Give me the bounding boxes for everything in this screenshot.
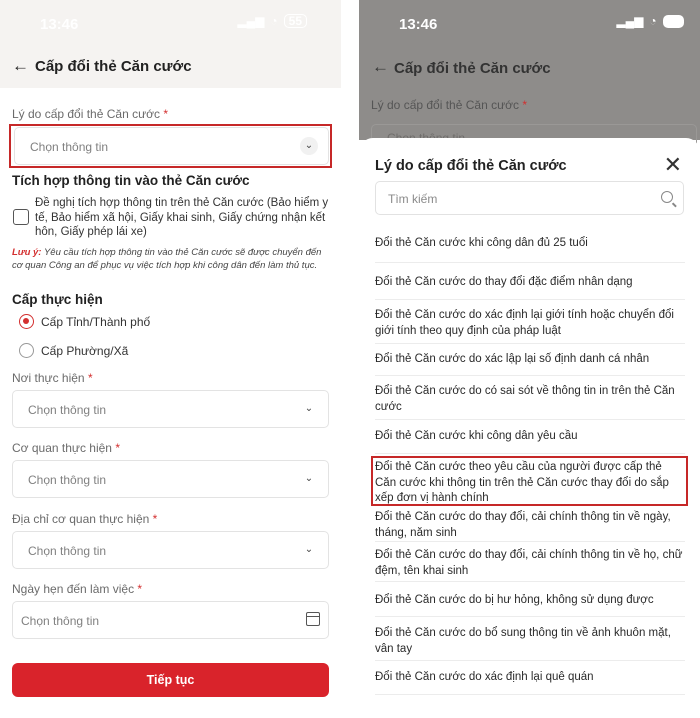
agency-placeholder: Chọn thông tin	[28, 473, 107, 487]
address-placeholder: Chọn thông tin	[28, 544, 107, 558]
reason-option[interactable]: Đổi thẻ Căn cước do thay đổi đặc điểm nh…	[375, 275, 685, 291]
divider	[375, 453, 685, 454]
divider	[375, 262, 685, 263]
status-time: 13:46	[40, 16, 79, 33]
reason-label: Lý do cấp đổi thẻ Căn cước *	[12, 107, 168, 121]
status-time: 13:46	[399, 16, 438, 33]
wifi-icon: ◔	[270, 14, 278, 28]
search-icon	[661, 191, 673, 203]
date-input[interactable]: Chọn thông tin	[12, 601, 329, 639]
reason-option[interactable]: Đổi thẻ Căn cước do thay đổi, cải chính …	[375, 548, 685, 579]
chevron-down-icon: ⌄	[304, 473, 314, 484]
reason-option[interactable]: Đổi thẻ Căn cước do xác định lại giới tí…	[375, 308, 685, 339]
reason-option[interactable]: Đổi thẻ Căn cước do có sai sót về thông …	[375, 384, 685, 415]
calendar-icon[interactable]	[306, 612, 320, 626]
search-input[interactable]: Tìm kiếm	[375, 181, 684, 215]
app-header: ← Cấp đổi thẻ Căn cước	[0, 44, 341, 88]
page-title: Cấp đổi thẻ Căn cước	[394, 60, 551, 77]
integration-checkbox[interactable]	[13, 209, 29, 225]
arrow-left-icon: ←	[372, 57, 389, 76]
divider	[375, 581, 685, 582]
reason-option[interactable]: Đổi thẻ Căn cước khi công dân đủ 25 tuổi	[375, 236, 685, 252]
integration-note: Lưu ý: Yêu cầu tích hợp thông tin vào th…	[12, 247, 322, 271]
address-select[interactable]: Chọn thông tin ⌄	[12, 531, 329, 569]
sheet-title: Lý do cấp đổi thẻ Căn cước	[375, 158, 567, 174]
reason-option[interactable]: Đổi thẻ Căn cước do xác lập lại số định …	[375, 352, 685, 368]
radio-province[interactable]	[19, 314, 34, 329]
continue-button[interactable]: Tiếp tục	[12, 663, 329, 697]
reason-option[interactable]: Đổi thẻ Căn cước do xác định lại quê quá…	[375, 670, 685, 686]
right-screen: 13:46 ▂▄▆ ◔ 55 ← Cấp đổi thẻ Căn cước Lý…	[359, 0, 700, 718]
status-bar: 13:46 ▂▄▆ ◔ 55	[0, 0, 341, 44]
radio-ward[interactable]	[19, 343, 34, 358]
divider	[375, 375, 685, 376]
level-title: Cấp thực hiện	[12, 292, 103, 307]
signal-icon: ▂▄▆	[616, 14, 644, 28]
divider	[375, 616, 685, 617]
status-icons: ▂▄▆ ◔ 55	[237, 14, 307, 28]
radio-province-label: Cấp Tỉnh/Thành phố	[41, 315, 151, 329]
highlight-box	[371, 456, 688, 506]
divider	[375, 299, 685, 300]
reason-option[interactable]: Đổi thẻ Căn cước do bị hư hỏng, không sử…	[375, 593, 685, 609]
battery-icon: 55	[283, 14, 307, 28]
agency-select[interactable]: Chọn thông tin ⌄	[12, 460, 329, 498]
agency-label: Cơ quan thực hiện *	[12, 441, 120, 455]
battery-icon: 55	[662, 14, 684, 28]
reason-label: Lý do cấp đổi thẻ Căn cước *	[371, 98, 527, 112]
highlight-box	[9, 124, 332, 168]
left-screen: 13:46 ▂▄▆ ◔ 55 ← Cấp đổi thẻ Căn cước Lý…	[0, 0, 341, 718]
reason-bottom-sheet: Lý do cấp đổi thẻ Căn cước ✕ Tìm kiếm Đổ…	[359, 138, 700, 718]
radio-ward-label: Cấp Phường/Xã	[41, 344, 129, 358]
status-icons: ▂▄▆ ◔ 55	[616, 14, 684, 28]
reason-option[interactable]: Đổi thẻ Căn cước do thay đổi, cải chính …	[375, 510, 685, 541]
date-placeholder: Chọn thông tin	[21, 614, 100, 628]
reason-option[interactable]: Đổi thẻ Căn cước do bổ sung thông tin về…	[375, 626, 685, 657]
integration-checkbox-label: Đề nghị tích hợp thông tin trên thẻ Căn …	[35, 197, 329, 238]
date-label: Ngày hẹn đến làm việc *	[12, 582, 143, 596]
place-label: Nơi thực hiện *	[12, 371, 93, 385]
divider	[375, 694, 685, 695]
place-select[interactable]: Chọn thông tin ⌄	[12, 390, 329, 428]
divider	[375, 541, 685, 542]
divider	[375, 343, 685, 344]
page-title: Cấp đổi thẻ Căn cước	[35, 58, 192, 75]
dimmed-background[interactable]: 13:46 ▂▄▆ ◔ 55 ← Cấp đổi thẻ Căn cước Lý…	[359, 0, 700, 148]
signal-icon: ▂▄▆	[237, 14, 265, 28]
close-icon[interactable]: ✕	[664, 152, 682, 178]
reason-option[interactable]: Đổi thẻ Căn cước khi công dân yêu cầu	[375, 429, 685, 445]
divider	[375, 660, 685, 661]
integration-title: Tích hợp thông tin vào thẻ Căn cước	[12, 173, 250, 188]
search-placeholder: Tìm kiếm	[388, 192, 438, 206]
wifi-icon: ◔	[649, 14, 657, 28]
place-placeholder: Chọn thông tin	[28, 403, 107, 417]
address-label: Địa chỉ cơ quan thực hiện *	[12, 512, 158, 526]
chevron-down-icon: ⌄	[304, 403, 314, 414]
arrow-left-icon[interactable]: ←	[12, 56, 29, 76]
divider	[375, 419, 685, 420]
chevron-down-icon: ⌄	[304, 544, 314, 555]
